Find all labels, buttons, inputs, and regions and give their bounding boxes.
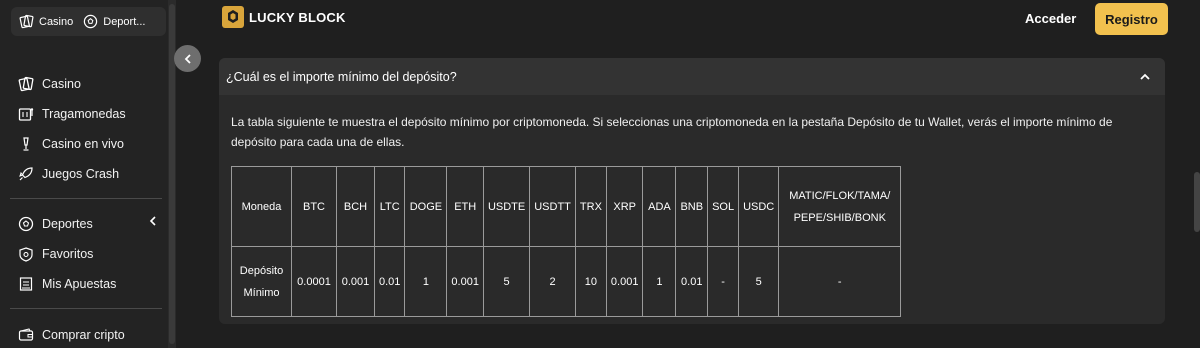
table-header-cell: ADA <box>642 166 677 247</box>
sidebar-item-label: Tragamonedas <box>42 107 126 121</box>
chevron-left-icon[interactable] <box>148 215 158 227</box>
table-row-label-line: Mínimo <box>243 286 280 299</box>
table-cell: - <box>778 246 902 317</box>
sidebar-item-slots[interactable]: Tragamonedas <box>18 106 126 122</box>
table-cell: 0.001 <box>605 246 644 317</box>
table-cell: 0.01 <box>675 246 709 317</box>
sidebar-item-label: Favoritos <box>42 247 94 261</box>
sidebar-item-label: Comprar cripto <box>42 328 125 342</box>
soccer-ball-icon <box>84 14 98 29</box>
table-header-line: MATIC/FLOK/TAMA/ <box>789 189 891 202</box>
table-header-cell: USDC <box>738 166 780 247</box>
soccer-ball-icon <box>18 216 34 232</box>
slot-machine-icon <box>18 108 34 121</box>
wallet-icon <box>18 328 34 341</box>
table-cell: 0.01 <box>373 246 406 317</box>
sidebar-item-label: Casino en vivo <box>42 137 124 151</box>
table-cell: 2 <box>529 246 576 317</box>
collapse-sidebar-button[interactable] <box>174 45 201 72</box>
rocket-icon <box>19 167 33 181</box>
table-header-cell: USDTT <box>529 166 576 247</box>
sidebar: Casino Deport... Casino Tragamonedas Cas… <box>0 0 168 348</box>
table-cell: 1 <box>642 246 677 317</box>
sidebar-item-my-bets[interactable]: Mis Apuestas <box>18 276 116 292</box>
casino-icon <box>19 14 34 29</box>
sidebar-item-label: Deportes <box>42 217 93 231</box>
top-tab-sports-label: Deport... <box>103 15 146 28</box>
table-cell: 5 <box>482 246 531 317</box>
lucky-block-logo-icon <box>222 6 244 28</box>
faq-card: ¿Cuál es el importe mínimo del depósito?… <box>219 58 1165 324</box>
sidebar-item-buy-crypto[interactable]: Comprar cripto <box>18 327 125 343</box>
table-header-row: Moneda BTC BCH LTC DOGE ETH USDTE USDTT … <box>231 166 902 247</box>
minimum-deposit-table: Moneda BTC BCH LTC DOGE ETH USDTE USDTT … <box>231 166 902 317</box>
table-header-cell-multi: MATIC/FLOK/TAMA/ PEPE/SHIB/BONK <box>778 166 902 247</box>
table-header-cell: USDTE <box>482 166 531 247</box>
faq-answer: La tabla siguiente te muestra el depósit… <box>219 95 1165 317</box>
table-header-cell: BTC <box>291 166 337 247</box>
sidebar-divider <box>10 308 162 309</box>
sidebar-item-casino[interactable]: Casino <box>18 76 81 92</box>
table-cell: 0.001 <box>446 246 484 317</box>
table-header-cell: BNB <box>675 166 709 247</box>
sidebar-item-sports[interactable]: Deportes <box>18 216 93 232</box>
sidebar-item-label: Juegos Crash <box>42 167 120 181</box>
table-header-cell: XRP <box>605 166 644 247</box>
table-header-cell: ETH <box>446 166 484 247</box>
faq-question-header[interactable]: ¿Cuál es el importe mínimo del depósito? <box>219 58 1165 95</box>
sidebar-divider <box>10 198 162 199</box>
table-header-cell: BCH <box>336 166 375 247</box>
sidebar-item-favorites[interactable]: Favoritos <box>18 246 93 262</box>
register-button[interactable]: Registro <box>1095 3 1168 35</box>
bets-icon <box>19 277 33 291</box>
table-cell: - <box>707 246 740 317</box>
top-tab-sports[interactable]: Deport... <box>83 14 145 29</box>
table-cell: 0.0001 <box>291 246 337 317</box>
table-header-cell: TRX <box>574 166 607 247</box>
sidebar-top-tabs: Casino Deport... <box>11 7 166 36</box>
sidebar-item-live-casino[interactable]: Casino en vivo <box>18 136 124 152</box>
login-link[interactable]: Acceder <box>1025 11 1076 26</box>
casino-icon <box>18 76 34 92</box>
table-cell: 10 <box>574 246 607 317</box>
chevron-up-icon[interactable] <box>1139 72 1151 82</box>
sidebar-item-crash-games[interactable]: Juegos Crash <box>18 166 119 182</box>
faq-question: ¿Cuál es el importe mínimo del depósito? <box>226 69 457 84</box>
sidebar-item-label: Mis Apuestas <box>42 277 117 291</box>
table-cell: 5 <box>738 246 780 317</box>
table-cell: 0.001 <box>336 246 375 317</box>
table-header-cell: LTC <box>373 166 406 247</box>
chevron-left-icon <box>184 53 191 64</box>
table-header-cell: SOL <box>707 166 740 247</box>
table-row-label-line: Depósito <box>239 264 284 277</box>
page-scrollbar[interactable] <box>1194 172 1200 232</box>
logo[interactable]: LUCKY BLOCK <box>221 5 346 29</box>
top-tab-casino-label: Casino <box>39 15 74 28</box>
logo-text: LUCKY BLOCK <box>249 9 346 25</box>
live-casino-icon <box>23 137 29 151</box>
top-tab-casino[interactable]: Casino <box>19 14 73 29</box>
table-header-cell: Moneda <box>231 166 292 247</box>
faq-answer-text: La tabla siguiente te muestra el depósit… <box>231 115 1113 149</box>
table-row-label: Depósito Mínimo <box>231 246 292 317</box>
favorites-icon <box>19 247 33 262</box>
table-header-cell: DOGE <box>404 166 448 247</box>
table-cell: 1 <box>404 246 448 317</box>
table-row: Depósito Mínimo 0.0001 0.001 0.01 1 0.00… <box>231 246 902 317</box>
sidebar-item-label: Casino <box>42 77 81 91</box>
table-header-line: PEPE/SHIB/BONK <box>793 211 886 224</box>
